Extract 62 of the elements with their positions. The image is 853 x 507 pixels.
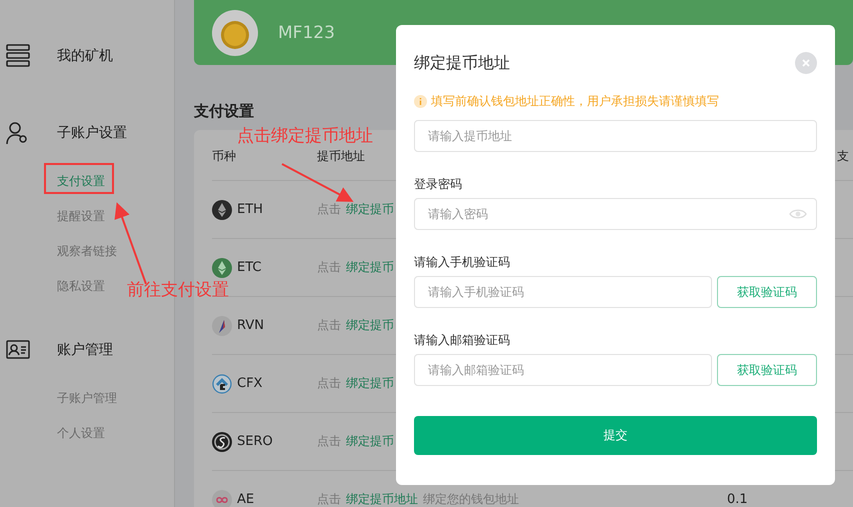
submenu-item[interactable]: 观察者链接 — [57, 234, 117, 269]
username: MF123 — [278, 22, 335, 42]
get-code-button[interactable]: 获取验证码 — [717, 354, 817, 386]
submenu-item[interactable]: 个人设置 — [57, 416, 105, 451]
hint-text: 绑定您的钱包地址 — [423, 491, 519, 507]
warning-text: 填写前确认钱包地址正确性，用户承担损失请谨慎填写 — [431, 93, 719, 110]
eye-icon — [789, 208, 807, 220]
field-label: 请输入邮箱验证码 — [414, 332, 511, 349]
input-field[interactable]: 请输入手机验证码 — [414, 276, 712, 308]
hint-text: 点击 — [317, 491, 341, 507]
coin-icon — [212, 374, 232, 394]
submenu-item[interactable]: 隐私设置 — [57, 269, 105, 304]
coin-icon — [212, 490, 232, 507]
bind-link[interactable]: 绑定提币 — [346, 317, 394, 334]
get-code-button[interactable]: 获取验证码 — [717, 276, 817, 308]
hint-text: 点击 — [317, 317, 341, 334]
coin-name: ETC — [237, 260, 262, 275]
coin-name: ETH — [237, 202, 263, 217]
password-field[interactable]: 请输入密码 — [414, 198, 817, 230]
close-button[interactable] — [795, 52, 817, 74]
close-icon — [802, 59, 810, 67]
avatar-icon — [212, 10, 258, 56]
coin-icon — [212, 316, 232, 336]
info-icon — [414, 95, 427, 108]
coin-name: RVN — [237, 318, 264, 333]
id-card-icon — [6, 338, 30, 362]
bind-link[interactable]: 绑定提币地址 — [346, 491, 418, 507]
column-header: 币种 — [212, 148, 237, 164]
coin-icon — [212, 432, 232, 452]
bind-link[interactable]: 绑定提币 — [346, 201, 394, 218]
submenu-item[interactable]: 支付设置 — [57, 164, 105, 199]
column-header: 支 — [837, 148, 850, 164]
field-label: 请输入手机验证码 — [414, 254, 511, 271]
section-title: 支付设置 — [194, 102, 254, 120]
input-field[interactable]: 请输入邮箱验证码 — [414, 354, 712, 386]
submenu-item[interactable]: 提醒设置 — [57, 199, 105, 234]
hint-text: 点击 — [317, 259, 341, 276]
menu-item[interactable]: 子账户设置 — [57, 124, 127, 142]
coin-name: SERO — [237, 434, 273, 449]
server-icon — [6, 44, 30, 68]
column-header: 提币地址 — [317, 148, 366, 164]
hint-text: 点击 — [317, 375, 341, 392]
submenu-item[interactable]: 子账户管理 — [57, 381, 117, 416]
submit-button[interactable]: 提交 — [414, 416, 817, 455]
bind-link[interactable]: 绑定提币 — [346, 433, 394, 450]
coin-name: AE — [237, 492, 254, 507]
coin-name: CFX — [237, 376, 262, 391]
dialog-title: 绑定提币地址 — [414, 52, 510, 74]
hint-text: 点击 — [317, 433, 341, 450]
annotation-text: 前往支付设置 — [127, 279, 229, 301]
table-cell-text: 0.1 — [727, 492, 749, 507]
menu-item[interactable]: 我的矿机 — [57, 47, 113, 65]
input-field[interactable]: 请输入提币地址 — [414, 120, 817, 152]
hint-text: 点击 — [317, 201, 341, 218]
field-label: 登录密码 — [414, 176, 463, 193]
annotation-text: 点击绑定提币地址 — [237, 125, 373, 147]
menu-item[interactable]: 账户管理 — [57, 341, 113, 359]
coin-icon — [212, 200, 232, 220]
bind-link[interactable]: 绑定提币 — [346, 259, 394, 276]
bind-link[interactable]: 绑定提币 — [346, 375, 394, 392]
coin-icon — [212, 258, 232, 278]
highlight-frame — [44, 163, 114, 194]
